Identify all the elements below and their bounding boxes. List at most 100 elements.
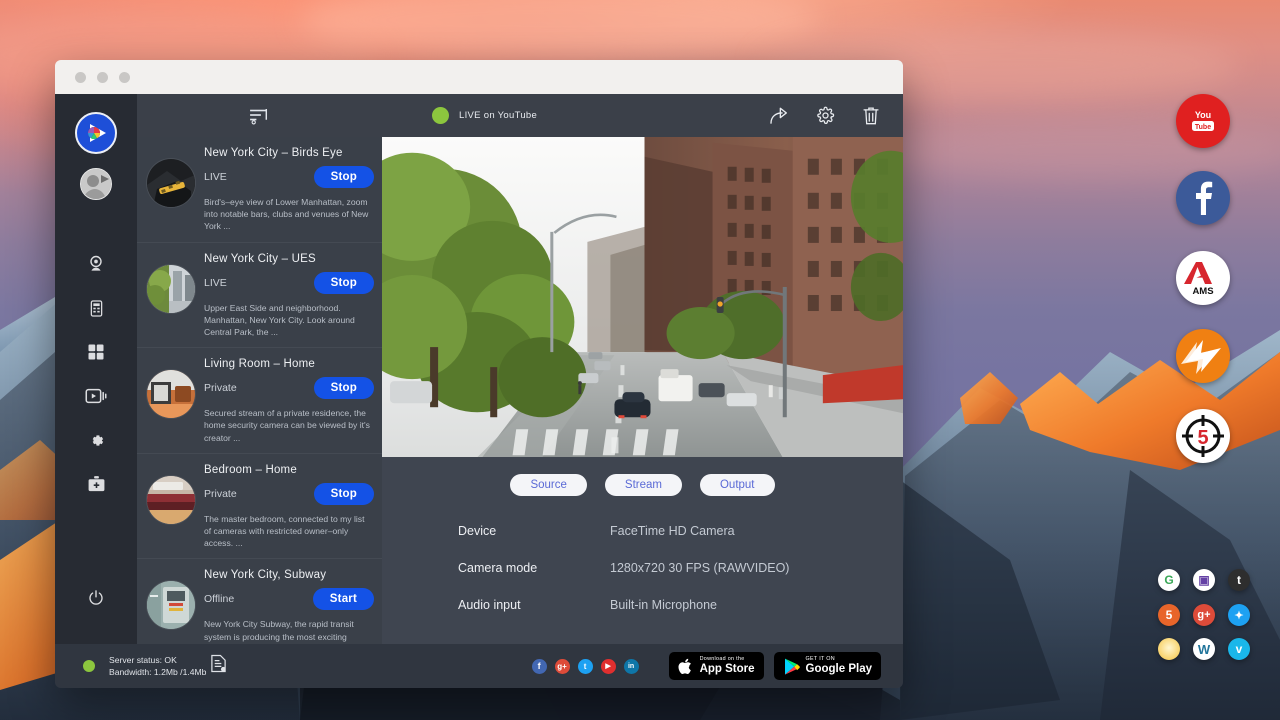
camera-action-button[interactable]: Stop — [314, 166, 374, 188]
desktop-icon-facebook[interactable] — [1176, 171, 1230, 225]
settings-tabs: Source Stream Output — [382, 457, 903, 496]
desktop-icon-google-plus[interactable]: g+ — [1193, 604, 1215, 626]
sidebar-item-broadcast[interactable] — [74, 374, 118, 418]
sidebar-rail — [55, 94, 137, 644]
camera-description: The master bedroom, connected to my list… — [204, 513, 374, 550]
social-twitter[interactable]: t — [578, 659, 593, 674]
play-logo-icon — [81, 118, 111, 148]
desktop-icon-html5[interactable]: 5 — [1158, 604, 1180, 626]
app-store-big-label: App Store — [700, 664, 755, 676]
desktop-icon-vimeo[interactable]: v — [1228, 638, 1250, 660]
bandwidth-text: Bandwidth: 1.2Mb /1.4Mb — [109, 666, 206, 678]
social-linkedin[interactable]: in — [624, 659, 639, 674]
sidebar-item-power[interactable] — [74, 576, 118, 620]
property-value[interactable]: 1280x720 30 FPS (RAWVIDEO) — [610, 561, 789, 575]
app-store-button[interactable]: Download on the App Store — [669, 652, 764, 680]
target-crosshair-icon: 5 — [1179, 412, 1227, 460]
property-key: Audio input — [458, 598, 610, 612]
server-status-dot — [83, 660, 95, 672]
desktop-icon-wirecast[interactable] — [1176, 329, 1230, 383]
live-status-label: LIVE on YouTube — [459, 110, 537, 121]
thumb-subway — [147, 581, 195, 629]
thumb-living-room — [147, 370, 195, 418]
tab-stream[interactable]: Stream — [605, 474, 682, 496]
video-preview[interactable] — [382, 137, 903, 457]
camera-action-button[interactable]: Stop — [314, 272, 374, 294]
property-value[interactable]: FaceTime HD Camera — [610, 524, 735, 538]
camera-list-panel: New York City – Birds Eye LIVE Stop Bird… — [137, 94, 382, 644]
camera-thumbnail — [147, 476, 195, 524]
window-zoom-button[interactable] — [119, 72, 130, 83]
camera-title: New York City – Birds Eye — [204, 147, 374, 159]
sidebar-item-add-plugin[interactable] — [74, 462, 118, 506]
adobe-ams-icon: AMS — [1183, 259, 1223, 297]
video-screen-icon — [85, 387, 107, 405]
thumb-ues — [147, 265, 195, 313]
desktop-icon-adobe-ams[interactable]: AMS — [1176, 251, 1230, 305]
camera-status: Offline — [204, 593, 234, 605]
camera-thumbnail — [147, 370, 195, 418]
property-value[interactable]: Built-in Microphone — [610, 598, 717, 612]
tab-output[interactable]: Output — [700, 474, 775, 496]
social-youtube[interactable]: ▶ — [601, 659, 616, 674]
store-buttons: Download on the App Store GET IT ON Goog… — [669, 652, 881, 680]
camera-list-item[interactable]: New York City, Subway Offline Start New … — [137, 559, 382, 644]
thumb-birds-eye — [147, 159, 195, 207]
sidebar-item-settings[interactable] — [74, 418, 118, 462]
camera-action-button[interactable]: Start — [313, 588, 374, 610]
window-close-button[interactable] — [75, 72, 86, 83]
youtube-icon: You Tube — [1186, 108, 1220, 134]
desktop-icon-twitch[interactable]: ▣ — [1193, 569, 1215, 591]
camera-action-button[interactable]: Stop — [314, 377, 374, 399]
gear-icon — [816, 106, 835, 125]
camera-list-item[interactable]: Bedroom – Home Private Stop The master b… — [137, 454, 382, 560]
device-list-icon — [87, 299, 106, 318]
property-row: Audio input Built-in Microphone — [458, 598, 903, 612]
camera-list-toolbar — [137, 94, 382, 137]
camera-list-item[interactable]: New York City – UES LIVE Stop Upper East… — [137, 243, 382, 349]
share-button[interactable] — [765, 102, 793, 130]
camera-description: Bird's–eye view of Lower Manhattan, zoom… — [204, 196, 374, 233]
camera-list-item[interactable]: New York City – Birds Eye LIVE Stop Bird… — [137, 137, 382, 243]
social-facebook[interactable]: f — [532, 659, 547, 674]
desktop-icon-flare[interactable] — [1158, 638, 1180, 660]
status-bar: Server status: OK Bandwidth: 1.2Mb /1.4M… — [55, 644, 903, 688]
webcam-icon — [86, 254, 106, 274]
camera-list[interactable]: New York City – Birds Eye LIVE Stop Bird… — [137, 137, 382, 644]
avatar-icon — [81, 169, 112, 200]
camera-thumbnail — [147, 159, 195, 207]
tab-source[interactable]: Source — [510, 474, 586, 496]
document-icon[interactable] — [210, 654, 227, 678]
window-minimize-button[interactable] — [97, 72, 108, 83]
desktop-icon-grasshopper[interactable]: G — [1158, 569, 1180, 591]
delete-button[interactable] — [857, 102, 885, 130]
sidebar-item-logs[interactable] — [74, 286, 118, 330]
thumb-bedroom — [147, 476, 195, 524]
property-key: Device — [458, 524, 610, 538]
sort-lines-icon[interactable] — [249, 107, 271, 125]
app-store-small-label: Download on the — [700, 657, 755, 662]
sidebar-item-cameras[interactable] — [74, 242, 118, 286]
live-status-dot — [432, 107, 449, 124]
sidebar-item-user-avatar[interactable] — [80, 168, 112, 200]
camera-description: New York City Subway, the rapid transit … — [204, 618, 374, 644]
social-google-plus[interactable]: g+ — [555, 659, 570, 674]
settings-button[interactable] — [811, 102, 839, 130]
gear-icon — [87, 431, 106, 450]
wirecast-bolt-icon — [1181, 336, 1225, 376]
trash-icon — [862, 106, 880, 125]
google-play-button[interactable]: GET IT ON Google Play — [774, 652, 881, 680]
desktop-icon-target-five[interactable]: 5 — [1176, 409, 1230, 463]
desktop-icon-wordpress[interactable]: W — [1193, 638, 1215, 660]
desktop-icon-tumblr[interactable]: t — [1228, 569, 1250, 591]
sidebar-item-app-logo[interactable] — [75, 112, 117, 154]
property-row: Device FaceTime HD Camera — [458, 524, 903, 538]
sidebar-item-dashboard[interactable] — [74, 330, 118, 374]
desktop-icon-youtube[interactable]: You Tube — [1176, 94, 1230, 148]
camera-status: Private — [204, 488, 237, 500]
share-arrow-icon — [769, 107, 790, 124]
desktop-icon-twitter[interactable]: ✦ — [1228, 604, 1250, 626]
camera-action-button[interactable]: Stop — [314, 483, 374, 505]
camera-list-item[interactable]: Living Room – Home Private Stop Secured … — [137, 348, 382, 454]
case-plus-icon — [87, 475, 106, 493]
